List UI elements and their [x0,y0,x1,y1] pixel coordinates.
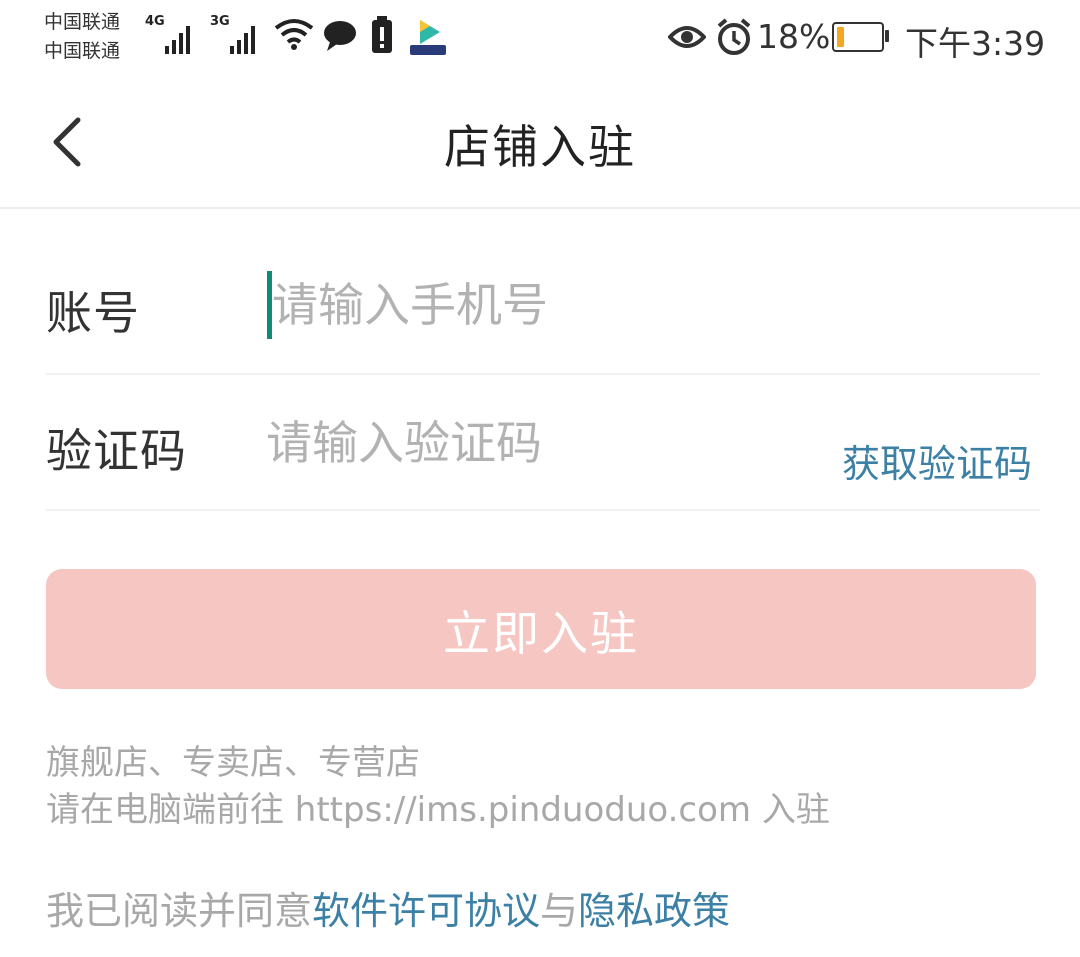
account-label: 账号 [46,286,140,340]
page-title: 店铺入驻 [444,120,636,174]
signal-2-tag: 3G [210,14,230,29]
nav-bar: 店铺入驻 [0,76,1080,209]
agreement-joiner: 与 [540,889,579,933]
verification-code-input[interactable] [266,411,806,475]
submit-button[interactable]: 立即入驻 [46,569,1036,689]
sim-alert-icon [372,16,392,53]
phone-input[interactable] [272,273,1012,337]
wifi-icon [274,19,314,50]
account-row: 账号 [46,239,1040,375]
eye-icon [668,26,706,48]
battery-percent: 18% [757,17,831,56]
license-link[interactable]: 软件许可协议 [312,889,540,933]
get-code-button[interactable]: 获取验证码 [842,433,1032,488]
code-label: 验证码 [46,424,187,478]
message-icon [324,21,356,51]
notice-line-2: 请在电脑端前往 https://ims.pinduoduo.com 入驻 [46,790,830,830]
carrier-1: 中国联通 [44,11,121,33]
agreement-prefix: 我已阅读并同意 [46,889,313,933]
battery-icon [832,22,890,52]
code-row: 验证码 获取验证码 [46,375,1040,511]
status-time: 下午3:39 [905,24,1046,63]
signal-1-tag: 4G [145,14,165,29]
alarm-icon [717,18,751,55]
carrier-names: 中国联通 中国联通 [44,8,120,66]
notice-line-1: 旗舰店、专卖店、专营店 [46,743,420,783]
privacy-link[interactable]: 隐私政策 [578,889,730,933]
agreement-text: 我已阅读并同意软件许可协议与隐私政策 [46,880,730,935]
signal-icon: 4G [145,14,201,54]
signal-icon: 3G [210,14,266,54]
store-type-notice: 旗舰店、专卖店、专营店 请在电脑端前往 https://ims.pinduodu… [46,740,830,834]
video-app-icon [410,20,446,55]
carrier-2: 中国联通 [44,40,121,62]
status-bar: 中国联通 中国联通 4G 3G 18% 下午3:39 [0,0,1080,76]
